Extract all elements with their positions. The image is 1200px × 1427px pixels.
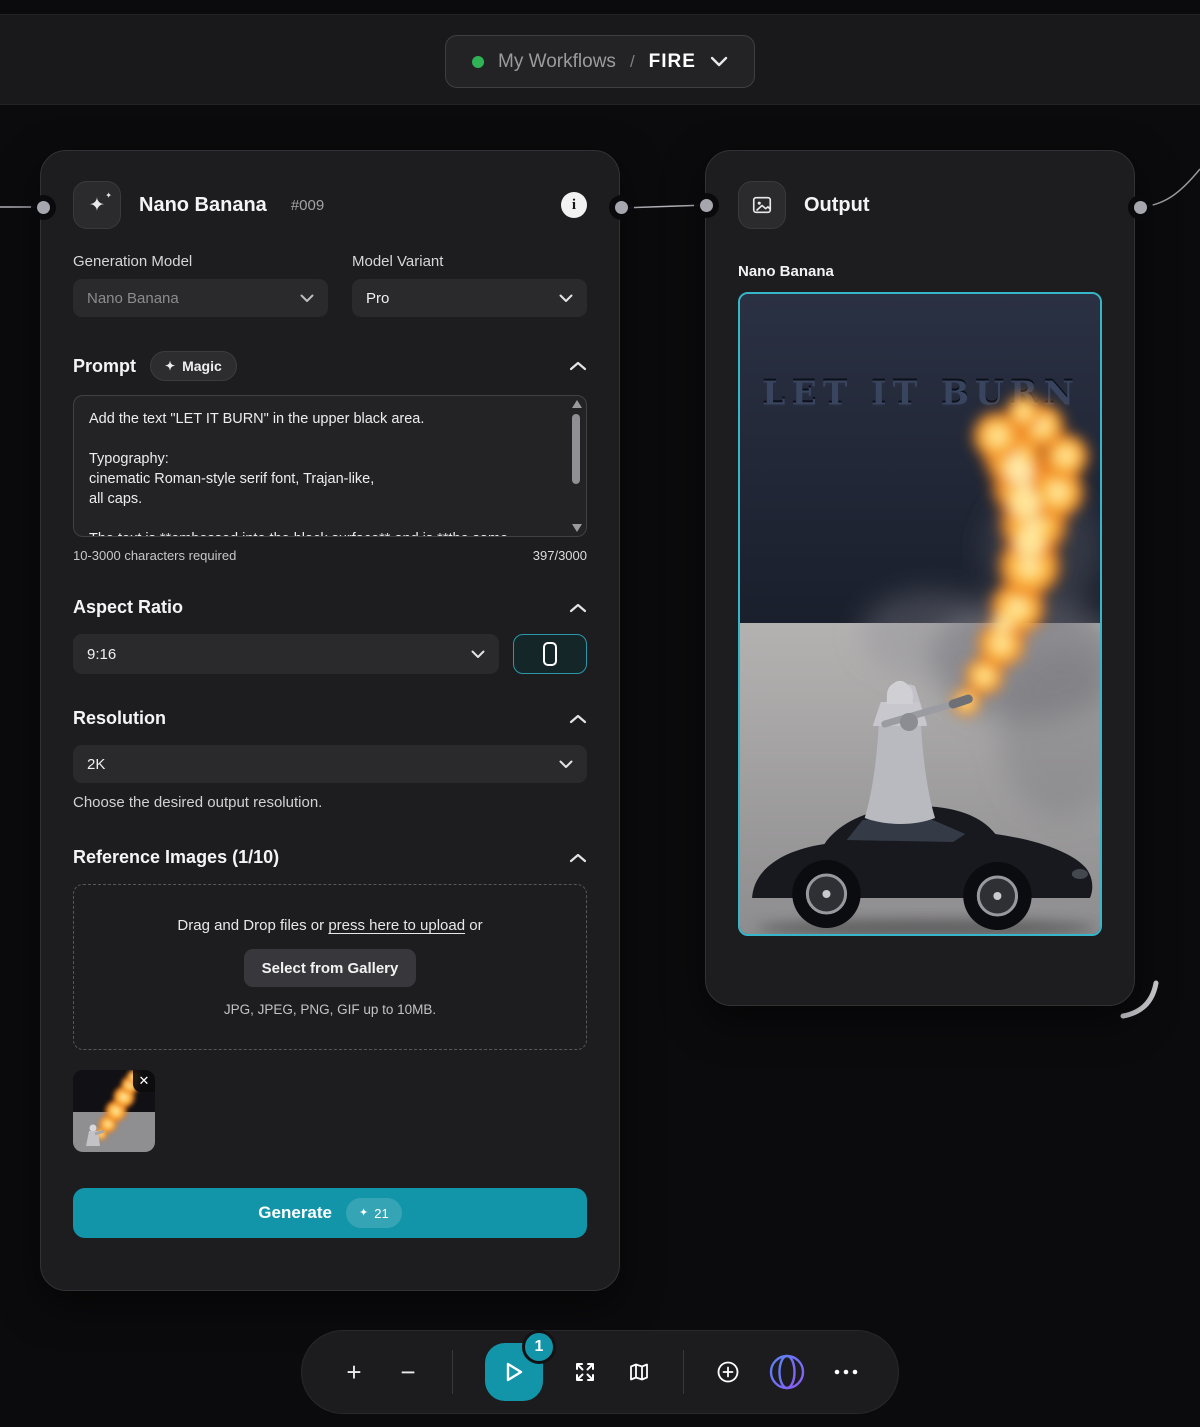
prompt-scrollbar[interactable] (570, 400, 582, 532)
canvas-toolbar: + − 1 (301, 1330, 899, 1414)
chevron-up-icon (569, 853, 587, 863)
fit-view-button[interactable] (563, 1350, 607, 1394)
node-id: #009 (291, 197, 324, 214)
dropzone-text: Drag and Drop files or press here to upl… (177, 917, 482, 934)
globe-icon (764, 1349, 810, 1395)
select-from-gallery-button[interactable]: Select from Gallery (244, 949, 417, 987)
aspect-ratio-collapse-button[interactable] (569, 603, 587, 613)
aspect-ratio-label: Aspect Ratio (73, 597, 183, 618)
image-icon (738, 181, 786, 229)
scroll-down-arrow[interactable] (572, 524, 582, 532)
sparkles-icon: ✦✦ (73, 181, 121, 229)
chevron-up-icon (569, 714, 587, 724)
breadcrumb-separator: / (630, 52, 635, 72)
zoom-in-button[interactable]: + (332, 1350, 376, 1394)
model-variant-label: Model Variant (352, 253, 587, 270)
chevron-up-icon (569, 603, 587, 613)
plus-circle-icon (716, 1360, 740, 1384)
magic-button[interactable]: ✦ Magic (150, 351, 237, 381)
reference-image-thumbnail[interactable]: ✕ (73, 1070, 155, 1152)
publish-button[interactable] (760, 1345, 814, 1399)
top-header: My Workflows / FIRE (0, 14, 1200, 105)
prompt-requirement: 10-3000 characters required (73, 548, 236, 563)
expand-icon (573, 1360, 597, 1384)
output-node: Output Nano Banana LET IT BURN (705, 150, 1135, 1006)
output-model-label: Nano Banana (738, 263, 1102, 280)
chevron-down-icon (471, 650, 485, 659)
close-icon[interactable]: ✕ (133, 1070, 155, 1092)
resolution-select[interactable]: 2K (73, 745, 587, 783)
output-output-port[interactable] (1134, 201, 1147, 214)
generator-node-header: ✦✦ Nano Banana #009 i (73, 181, 587, 229)
scrollbar-thumb[interactable] (572, 414, 580, 484)
resolution-label: Resolution (73, 708, 166, 729)
minus-icon: − (400, 1357, 415, 1388)
orientation-toggle[interactable] (513, 634, 587, 674)
chevron-down-icon (559, 760, 573, 769)
portrait-orientation-icon (543, 642, 557, 666)
minimap-button[interactable] (617, 1350, 661, 1394)
resolution-collapse-button[interactable] (569, 714, 587, 724)
accepted-formats: JPG, JPEG, PNG, GIF up to 10MB. (224, 1002, 436, 1017)
zoom-out-button[interactable]: − (386, 1350, 430, 1394)
generated-image[interactable]: LET IT BURN LET IT BURN LET IT BURN (738, 292, 1102, 936)
add-node-button[interactable] (706, 1350, 750, 1394)
resolution-help: Choose the desired output resolution. (73, 794, 587, 811)
prompt-textarea[interactable]: Add the text "LET IT BURN" in the upper … (73, 395, 587, 537)
sparkles-icon: ✦ (359, 1208, 368, 1219)
input-port[interactable] (37, 201, 50, 214)
generation-model-label: Generation Model (73, 253, 328, 270)
output-input-port[interactable] (700, 199, 713, 212)
chevron-down-icon (710, 56, 728, 67)
more-options-button[interactable] (824, 1350, 868, 1394)
toolbar-divider (452, 1350, 453, 1394)
prompt-collapse-button[interactable] (569, 361, 587, 371)
chevron-down-icon (300, 294, 314, 303)
play-icon (502, 1359, 526, 1385)
generation-model-select[interactable]: Nano Banana (73, 279, 328, 317)
chevron-down-icon (559, 294, 573, 303)
file-dropzone[interactable]: Drag and Drop files or press here to upl… (73, 884, 587, 1050)
workflow-name: FIRE (649, 51, 696, 73)
output-node-header: Output (738, 181, 1102, 229)
generate-button[interactable]: Generate ✦ 21 (73, 1188, 587, 1238)
prompt-text: Add the text "LET IT BURN" in the upper … (74, 396, 586, 536)
map-icon (627, 1360, 651, 1384)
workflow-selector[interactable]: My Workflows / FIRE (445, 35, 755, 88)
breadcrumb: My Workflows (498, 51, 616, 73)
reference-images-collapse-button[interactable] (569, 853, 587, 863)
node-title: Output (804, 194, 870, 217)
model-variant-select[interactable]: Pro (352, 279, 587, 317)
aspect-ratio-select[interactable]: 9:16 (73, 634, 499, 674)
toolbar-divider (683, 1350, 684, 1394)
node-title: Nano Banana (139, 194, 267, 217)
generator-node: ✦✦ Nano Banana #009 i Generation Model N… (40, 150, 620, 1291)
more-icon (833, 1368, 859, 1376)
status-dot (472, 56, 484, 68)
info-icon[interactable]: i (561, 192, 587, 218)
prompt-label: Prompt (73, 356, 136, 377)
generator-output-port[interactable] (615, 201, 628, 214)
plus-icon: + (346, 1357, 361, 1388)
sparkles-icon: ✦ (165, 360, 175, 372)
run-count-badge: 1 (522, 1330, 556, 1364)
upload-link[interactable]: press here to upload (328, 917, 465, 934)
reference-images-label: Reference Images (1/10) (73, 847, 279, 868)
prompt-char-count: 397/3000 (533, 548, 587, 563)
scroll-up-arrow[interactable] (572, 400, 582, 408)
chevron-up-icon (569, 361, 587, 371)
credits-badge: ✦ 21 (346, 1198, 402, 1228)
